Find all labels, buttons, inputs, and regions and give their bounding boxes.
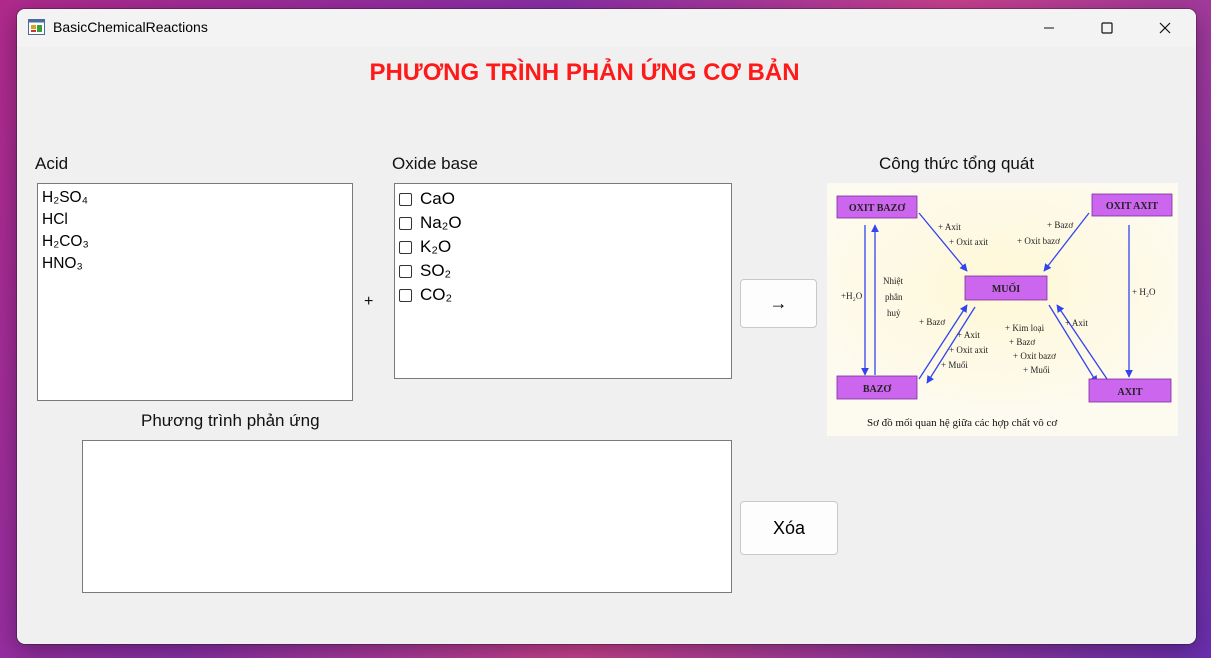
checkbox[interactable]	[399, 216, 412, 230]
label-oxit-axit-1: + Oxit axit	[949, 237, 989, 247]
title-bar: BasicChemicalReactions	[17, 9, 1196, 47]
list-item[interactable]: H₂CO₃	[38, 231, 352, 253]
checklist-item-na2o[interactable]: Na₂O	[395, 211, 731, 235]
checklist-item-label: Na₂O	[420, 213, 462, 232]
label-muoi-3: + Muối	[1023, 365, 1050, 375]
label-bazo-2: + Bazơ	[919, 317, 945, 327]
clear-button[interactable]: Xóa	[740, 501, 838, 555]
acid-listbox[interactable]: H₂SO₄ HCl H₂CO₃ HNO₃	[37, 183, 353, 401]
checkbox[interactable]	[399, 240, 412, 254]
label-axit-1: + Axit	[938, 222, 961, 232]
app-icon	[28, 19, 45, 35]
label-huy: huỷ	[887, 308, 901, 318]
label-oxit-bazo-3: + Oxit bazơ	[1013, 351, 1056, 361]
checklist-item-so2[interactable]: SO₂	[395, 259, 731, 283]
label-muoi-2: + Muối	[941, 360, 968, 370]
list-item[interactable]: HCl	[38, 209, 352, 231]
box-axit-label: AXIT	[1117, 387, 1142, 398]
label-h2o-right: + H₂O	[1132, 287, 1156, 297]
maximize-icon	[1101, 22, 1113, 34]
label-bazo-3: + Bazơ	[1009, 337, 1035, 347]
maximize-button[interactable]	[1078, 9, 1136, 47]
label-axit-2: + Axit	[957, 330, 980, 340]
inorganic-relations-diagram: OXIT BAZƠ OXIT AXIT MUỐI BAZƠ AXIT + Axi…	[827, 183, 1178, 436]
label-oxit-axit-2: + Oxit axit	[949, 345, 989, 355]
close-icon	[1159, 22, 1171, 34]
label-kim-loai: + Kim loại	[1005, 323, 1045, 333]
plus-sign: +	[364, 293, 374, 310]
checkbox[interactable]	[399, 288, 412, 302]
window-title: BasicChemicalReactions	[53, 19, 208, 35]
reaction-output-textbox[interactable]	[82, 440, 732, 593]
checklist-item-co2[interactable]: CO₂	[395, 283, 731, 307]
oxide-base-checklist[interactable]: CaO Na₂O K₂O SO₂ CO₂	[394, 183, 732, 379]
label-phan: phân	[885, 292, 903, 302]
label-nhiet: Nhiệt	[883, 276, 903, 286]
checklist-item-label: CO₂	[420, 285, 453, 304]
page-heading: PHƯƠNG TRÌNH PHẢN ỨNG CƠ BẢN	[369, 59, 800, 86]
label-bazo-1: + Bazơ	[1047, 220, 1073, 230]
acid-label: Acid	[35, 154, 69, 173]
checklist-item-k2o[interactable]: K₂O	[395, 235, 731, 259]
checklist-item-label: K₂O	[420, 237, 452, 256]
react-arrow-button[interactable]: →	[740, 279, 817, 328]
checklist-item-cao[interactable]: CaO	[395, 187, 731, 211]
checklist-item-label: SO₂	[420, 261, 452, 280]
minimize-button[interactable]	[1020, 9, 1078, 47]
label-axit-3: + Axit	[1065, 318, 1088, 328]
label-oxit-bazo-1: + Oxit bazơ	[1017, 236, 1060, 246]
list-item[interactable]: H₂SO₄	[38, 187, 352, 209]
minimize-icon	[1044, 27, 1054, 29]
app-window: BasicChemicalReactions PHƯƠNG TRÌNH PHẢN…	[17, 9, 1196, 644]
oxide-base-label: Oxide base	[392, 154, 478, 173]
close-button[interactable]	[1136, 9, 1194, 47]
checkbox[interactable]	[399, 264, 412, 278]
checkbox[interactable]	[399, 192, 412, 206]
box-oxit-bazo-label: OXIT BAZƠ	[849, 203, 905, 214]
label-h2o-left: +H₂O	[841, 291, 863, 301]
box-oxit-axit-label: OXIT AXIT	[1106, 201, 1159, 212]
reaction-label: Phương trình phản ứng	[141, 411, 320, 430]
list-item[interactable]: HNO₃	[38, 253, 352, 275]
checklist-item-label: CaO	[420, 189, 455, 208]
diagram-svg: OXIT BAZƠ OXIT AXIT MUỐI BAZƠ AXIT + Axi…	[831, 187, 1174, 429]
box-muoi-label: MUỐI	[992, 282, 1020, 295]
formula-label: Công thức tổng quát	[879, 154, 1035, 173]
box-bazo-label: BAZƠ	[863, 384, 892, 395]
diagram-caption: Sơ đồ mối quan hệ giữa các hợp chất vô c…	[867, 417, 1057, 429]
